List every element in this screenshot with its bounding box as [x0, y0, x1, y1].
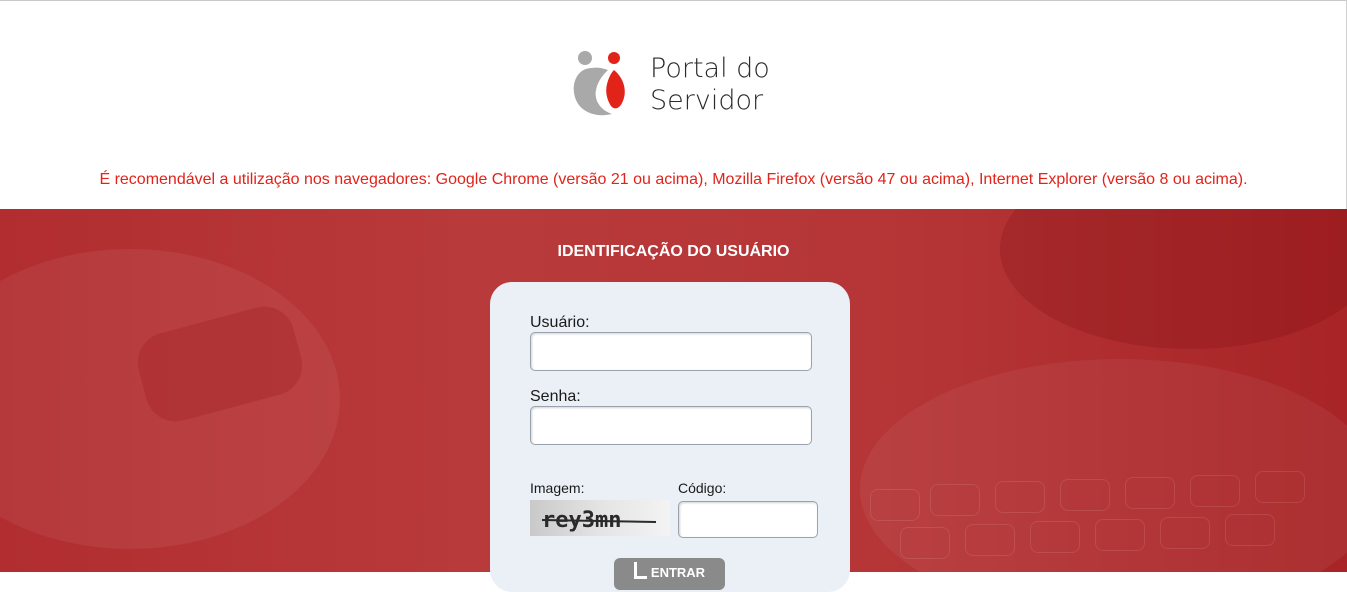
hero-decor — [870, 489, 920, 521]
hero-decor — [930, 484, 980, 516]
usuario-input[interactable] — [530, 332, 812, 371]
browser-notice: É recomendável a utilização nos navegado… — [99, 171, 1248, 188]
hero-decor — [1000, 209, 1347, 349]
hero-decor — [900, 527, 950, 559]
hero-decor — [1255, 471, 1305, 503]
codigo-label: Código: — [678, 480, 727, 496]
entrar-button[interactable]: ENTRAR — [614, 558, 725, 590]
hero-decor — [1225, 514, 1275, 546]
portal-logo-icon — [573, 51, 625, 116]
codigo-input[interactable] — [678, 501, 818, 538]
logo-line1: Portal do — [650, 53, 770, 84]
senha-input[interactable] — [530, 406, 812, 445]
login-card: Usuário: Senha: Imagem: Código: rey3mn E… — [490, 282, 850, 592]
enter-icon — [633, 562, 647, 579]
hero-decor — [1190, 475, 1240, 507]
hero-decor — [1060, 479, 1110, 511]
entrar-button-label: ENTRAR — [650, 565, 706, 580]
imagem-label: Imagem: — [530, 480, 585, 496]
usuario-label: Usuário: — [530, 314, 590, 331]
senha-label: Senha: — [530, 388, 581, 405]
hero-decor — [1030, 521, 1080, 553]
hero-decor — [995, 481, 1045, 513]
hero-decor — [1160, 517, 1210, 549]
hero-decor — [1095, 519, 1145, 551]
top-border — [0, 0, 1347, 1]
hero-decor — [1125, 477, 1175, 509]
login-title: IDENTIFICAÇÃO DO USUÁRIO — [557, 243, 790, 260]
portal-logo-text: Portal do Servidor — [650, 53, 770, 117]
hero-decor — [965, 524, 1015, 556]
captcha-image: rey3mn — [530, 500, 670, 536]
logo-line2: Servidor — [650, 85, 764, 116]
portal-logo: Portal do Servidor — [572, 48, 772, 120]
